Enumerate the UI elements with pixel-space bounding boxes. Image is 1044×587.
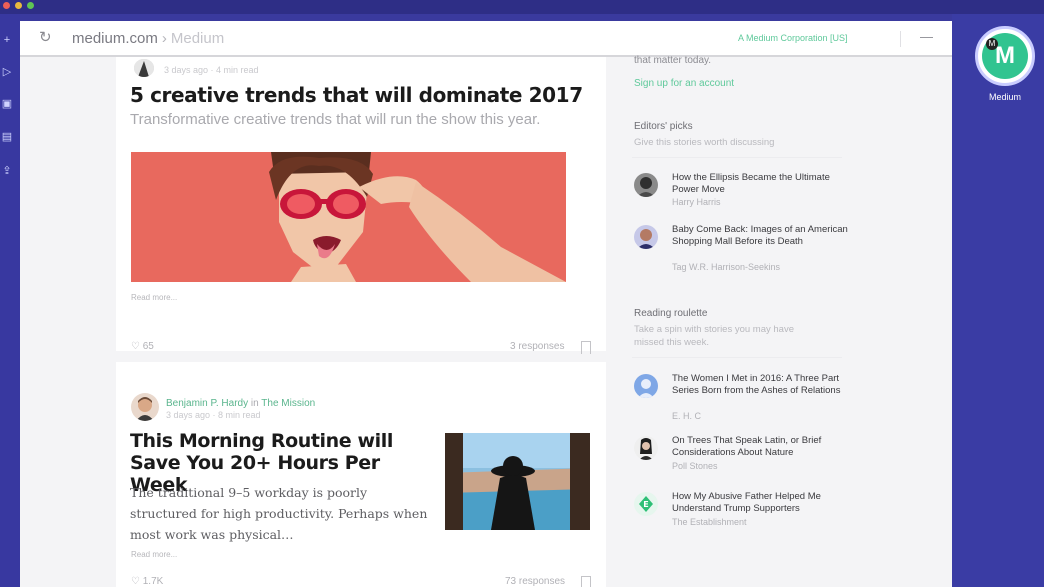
- reading-roulette-heading: Reading roulette: [634, 308, 708, 319]
- play-icon[interactable]: ▷: [1, 66, 13, 78]
- clap-icon: ♡: [131, 576, 140, 587]
- post-excerpt: The traditional 9–5 workday is poorly st…: [130, 485, 428, 542]
- post-meta: 3 days ago · 4 min read: [164, 65, 259, 75]
- post-image[interactable]: [131, 152, 566, 282]
- site-name: Medium: [170, 30, 225, 47]
- story-author: Tag W.R. Harrison-Seekins: [672, 262, 781, 272]
- story-avatar: [634, 374, 658, 398]
- menu-icon[interactable]: —: [920, 30, 934, 43]
- sidebar-intro: that matter today.: [634, 55, 712, 66]
- read-more-link[interactable]: Read more...: [131, 293, 177, 302]
- clap-button[interactable]: ♡ 1.7K: [131, 576, 163, 587]
- responses-link[interactable]: 73 responses: [505, 576, 565, 587]
- story-title[interactable]: On Trees That Speak Latin, or Brief Cons…: [672, 435, 852, 459]
- browser-window: ↻ medium.com › Medium A Medium Corporation…: [20, 21, 952, 587]
- post-card[interactable]: Benjamin P. Hardy in The Mission 3 days …: [116, 362, 606, 587]
- right-sidebar: that matter today. Sign up for an accoun…: [632, 55, 864, 587]
- minimize-button[interactable]: [15, 2, 22, 9]
- editors-picks-heading: Editors' picks: [634, 121, 693, 132]
- post-card[interactable]: 3 days ago · 4 min read 5 creative trend…: [116, 57, 606, 354]
- story-avatar: [634, 173, 658, 197]
- editors-picks-description: Give this stories worth discussing: [634, 137, 775, 148]
- medium-mini-icon: M: [986, 38, 998, 50]
- post-title[interactable]: 5 creative trends that will dominate 201…: [130, 83, 583, 107]
- story-author: E. H. C: [672, 411, 702, 421]
- bookmark-icon[interactable]: [581, 341, 591, 354]
- story-title[interactable]: How the Ellipsis Became the Ultimate Pow…: [672, 172, 852, 196]
- responses-link[interactable]: 3 responses: [510, 341, 564, 352]
- story-title[interactable]: The Women I Met in 2016: A Three Part Se…: [672, 373, 852, 397]
- image-icon[interactable]: ▤: [1, 131, 13, 143]
- story-avatar: [634, 436, 658, 460]
- post-subtitle: Transformative creative trends that will…: [130, 111, 541, 128]
- certificate-label[interactable]: A Medium Corporation [US]: [738, 33, 848, 43]
- publication-name[interactable]: The Mission: [261, 398, 315, 409]
- url-bar: ↻ medium.com › Medium A Medium Corporation…: [20, 21, 952, 57]
- post-thumbnail[interactable]: [445, 433, 590, 530]
- window-controls: [3, 2, 34, 9]
- url-text: medium.com: [72, 30, 158, 47]
- signup-link[interactable]: Sign up for an account: [634, 78, 734, 89]
- story-avatar: [634, 225, 658, 249]
- story-author: Harry Harris: [672, 197, 721, 207]
- divider: [632, 157, 842, 158]
- story-author: The Establishment: [672, 517, 747, 527]
- bookmark-icon[interactable]: [581, 576, 591, 587]
- divider: [632, 357, 842, 358]
- clap-button[interactable]: ♡ 65: [131, 341, 154, 352]
- medium-app-icon[interactable]: M M: [975, 26, 1035, 86]
- story-author: Poll Stones: [672, 461, 718, 471]
- post-meta: 3 days ago · 8 min read: [166, 410, 261, 420]
- clap-count: 65: [142, 341, 154, 352]
- close-button[interactable]: [3, 2, 10, 9]
- clap-count: 1.7K: [142, 576, 164, 587]
- clap-icon: ♡: [131, 341, 140, 352]
- top-strip: [0, 0, 1044, 14]
- left-rail: + ▷ ▣ ▤ ⇪: [0, 14, 20, 587]
- svg-text:E: E: [643, 500, 648, 509]
- reading-roulette-description: Take a spin with stories you may have mi…: [634, 324, 794, 348]
- read-more-link[interactable]: Read more...: [131, 550, 177, 559]
- screen-icon[interactable]: ▣: [1, 98, 13, 110]
- story-title[interactable]: How My Abusive Father Helped Me Understa…: [672, 491, 852, 515]
- upload-icon[interactable]: ⇪: [1, 165, 13, 177]
- author-name[interactable]: Benjamin P. Hardy: [166, 398, 248, 409]
- add-icon[interactable]: +: [1, 34, 13, 46]
- story-title[interactable]: Baby Come Back: Images of an American Sh…: [672, 224, 852, 248]
- story-avatar: E: [634, 492, 658, 516]
- maximize-button[interactable]: [27, 2, 34, 9]
- address-field[interactable]: medium.com › Medium: [72, 30, 224, 47]
- author-in-word: in: [250, 398, 259, 409]
- author-avatar[interactable]: [131, 393, 159, 421]
- author-avatar[interactable]: [134, 59, 154, 77]
- reload-icon[interactable]: ↻: [39, 30, 55, 46]
- post-author-line: Benjamin P. Hardy in The Mission: [166, 398, 315, 409]
- divider: [900, 31, 901, 47]
- app-label: Medium: [988, 92, 1021, 102]
